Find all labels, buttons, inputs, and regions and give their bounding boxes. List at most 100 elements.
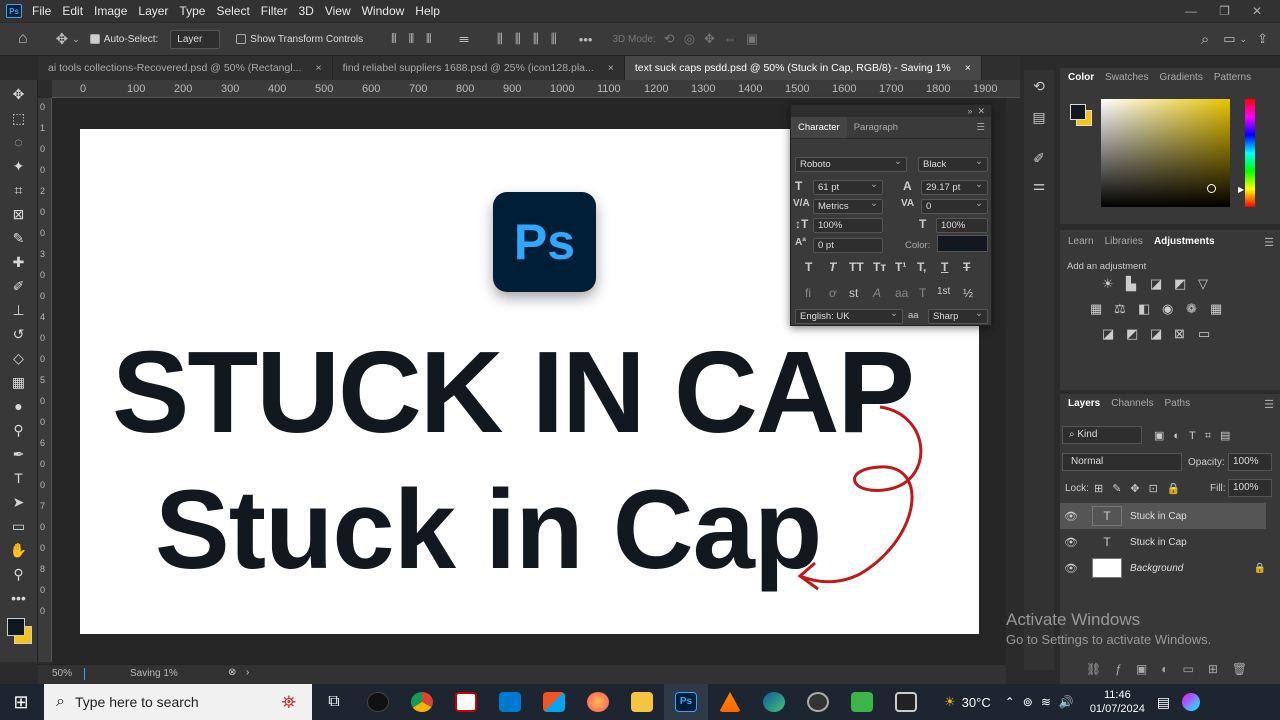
- underline-button[interactable]: T: [941, 260, 948, 274]
- eyedropper-icon[interactable]: ✎: [9, 228, 29, 248]
- photoshop-app-icon[interactable]: Ps: [6, 4, 22, 18]
- type-tool-icon[interactable]: T: [9, 468, 29, 488]
- tracking-dropdown[interactable]: 0: [921, 197, 988, 214]
- threshold-icon[interactable]: ◪: [1150, 326, 1162, 342]
- dodge-tool-icon[interactable]: ⚲: [9, 420, 29, 440]
- taskbar-search-box[interactable]: ⌕ Type here to search ⛯: [44, 684, 312, 720]
- gradient-tool-icon[interactable]: ▦: [9, 372, 29, 392]
- chevron-down-icon[interactable]: ⌄: [72, 34, 80, 45]
- tab-learn[interactable]: Learn: [1068, 236, 1094, 247]
- acrobat-icon[interactable]: [444, 684, 488, 720]
- stamp-tool-icon[interactable]: ⊥: [9, 300, 29, 320]
- gradient-map-icon[interactable]: ▭: [1198, 326, 1210, 342]
- tiktok-icon[interactable]: [356, 684, 400, 720]
- black-white-icon[interactable]: ◧: [1138, 301, 1150, 317]
- blur-tool-icon[interactable]: ●: [9, 396, 29, 416]
- old-style-button[interactable]: ơ: [829, 286, 837, 300]
- layer-actions-bar[interactable]: ⛓ƒ▣◐▭⊞🗑: [1086, 662, 1261, 676]
- tab-close-icon[interactable]: ×: [965, 56, 971, 80]
- menu-window[interactable]: Window: [362, 4, 405, 18]
- layer-name[interactable]: Background: [1130, 563, 1183, 574]
- selective-color-icon[interactable]: ⊠: [1174, 326, 1185, 342]
- crop-tool-icon[interactable]: ⌗: [9, 180, 29, 200]
- color-field[interactable]: [1101, 99, 1230, 207]
- color-lookup-icon[interactable]: ▦: [1210, 301, 1222, 317]
- align-icons[interactable]: ⫴⫴⫴ ☰: [391, 31, 481, 47]
- hue-handle-icon[interactable]: ▶: [1238, 185, 1244, 194]
- marquee-tool-icon[interactable]: ⬚: [9, 108, 29, 128]
- tab-close-icon[interactable]: ×: [608, 56, 614, 80]
- layer-name[interactable]: Stuck in Cap: [1130, 511, 1187, 522]
- color-fg-swatch[interactable]: [1070, 104, 1086, 120]
- brush-tool-icon[interactable]: ✐: [9, 276, 29, 296]
- lock-icons[interactable]: ⊞✎✥⊡🔒: [1094, 482, 1190, 495]
- small-caps-button[interactable]: Tт: [873, 260, 886, 274]
- collapse-icon[interactable]: »: [967, 106, 972, 116]
- visibility-eye-icon[interactable]: 👁: [1060, 562, 1082, 575]
- zoom-level[interactable]: 50%: [52, 668, 72, 679]
- swash-button[interactable]: A: [873, 286, 881, 300]
- leading-field[interactable]: 29.17 pt: [921, 178, 988, 195]
- workspace-icon[interactable]: ▭: [1223, 31, 1235, 47]
- show-transform-checkbox[interactable]: Show Transform Controls: [236, 34, 363, 45]
- task-view-icon[interactable]: ⧉: [312, 684, 356, 720]
- menu-layer[interactable]: Layer: [138, 4, 168, 18]
- mail-icon[interactable]: [488, 684, 532, 720]
- menu-type[interactable]: Type: [179, 4, 205, 18]
- color-balance-icon[interactable]: ⚖: [1114, 301, 1126, 317]
- clock[interactable]: 11:46 01/07/2024: [1090, 688, 1145, 716]
- camtasia-icon[interactable]: [840, 684, 884, 720]
- font-family-dropdown[interactable]: Roboto: [795, 155, 907, 172]
- font-size-field[interactable]: 61 pt: [813, 178, 883, 195]
- text-color-swatch[interactable]: [937, 235, 988, 252]
- fill-field[interactable]: 100%: [1228, 479, 1272, 497]
- layer-filter-icons[interactable]: ▣◐T⌗▤: [1154, 429, 1239, 443]
- superscript-button[interactable]: T¹: [895, 260, 906, 274]
- eraser-icon[interactable]: ◇: [9, 348, 29, 368]
- lasso-tool-icon[interactable]: ◌: [9, 132, 29, 152]
- more-tools-icon[interactable]: •••: [9, 588, 29, 608]
- channel-mixer-icon[interactable]: ❁: [1186, 301, 1197, 317]
- layer-filter-dropdown[interactable]: ⌕ Kind: [1062, 426, 1142, 444]
- layer-name[interactable]: Stuck in Cap: [1130, 537, 1187, 548]
- invert-icon[interactable]: ◪: [1102, 326, 1114, 342]
- home-icon[interactable]: ⌂: [18, 30, 28, 48]
- healing-brush-icon[interactable]: ✚: [9, 252, 29, 272]
- menu-filter[interactable]: Filter: [261, 4, 288, 18]
- close-icon[interactable]: ✕: [977, 106, 985, 116]
- tab-gradients[interactable]: Gradients: [1159, 72, 1202, 83]
- panel-menu-icon[interactable]: ☰: [976, 117, 991, 138]
- frame-tool-icon[interactable]: ⊠: [9, 204, 29, 224]
- kerning-dropdown[interactable]: Metrics: [813, 197, 883, 214]
- menu-edit[interactable]: Edit: [62, 4, 83, 18]
- layer-row[interactable]: 👁 T Stuck in Cap: [1060, 529, 1266, 555]
- windows-start-icon[interactable]: ⊞: [0, 684, 42, 720]
- magic-wand-icon[interactable]: ✦: [9, 156, 29, 176]
- menu-file[interactable]: File: [32, 4, 51, 18]
- auto-select-checkbox[interactable]: Auto-Select:: [89, 34, 158, 45]
- font-style-dropdown[interactable]: Black: [918, 155, 988, 172]
- store-icon[interactable]: [532, 684, 576, 720]
- notifications-icon[interactable]: ▤: [1157, 694, 1170, 711]
- color-swatches[interactable]: [4, 614, 34, 648]
- tab-layers[interactable]: Layers: [1068, 398, 1100, 409]
- layer-row[interactable]: 👁 Background 🔒: [1060, 555, 1266, 581]
- menu-help[interactable]: Help: [415, 4, 440, 18]
- visibility-eye-icon[interactable]: 👁: [1060, 536, 1082, 549]
- more-options-icon[interactable]: •••: [579, 32, 593, 47]
- photo-filter-icon[interactable]: ◉: [1162, 301, 1173, 317]
- tab-channels[interactable]: Channels: [1111, 398, 1153, 409]
- vertical-scale-field[interactable]: 100%: [813, 218, 883, 233]
- move-tool-icon[interactable]: ✥: [56, 30, 69, 48]
- app-icon[interactable]: [796, 684, 840, 720]
- baseline-shift-field[interactable]: 0 pt: [813, 238, 883, 253]
- tab-character[interactable]: Character: [791, 117, 847, 138]
- tab-patterns[interactable]: Patterns: [1214, 72, 1251, 83]
- rectangle-tool-icon[interactable]: ▭: [9, 516, 29, 536]
- exposure-icon[interactable]: ◩: [1174, 276, 1186, 292]
- tab-close-icon[interactable]: ×: [315, 56, 321, 80]
- discretionary-ligatures-button[interactable]: st: [849, 286, 858, 300]
- tab-swatches[interactable]: Swatches: [1105, 72, 1148, 83]
- brightness-icon[interactable]: ☀: [1102, 276, 1114, 292]
- stylistic-alternates-button[interactable]: aa: [895, 286, 908, 300]
